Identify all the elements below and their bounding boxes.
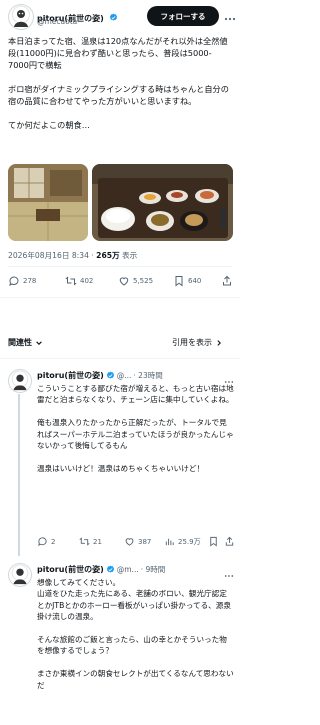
share-action[interactable] bbox=[221, 275, 233, 287]
reply-time[interactable]: · 23時間 bbox=[133, 370, 162, 381]
post-text: 本日泊まってた宿、温泉は120点なんだがそれ以外は全然値段(11000円)に見合… bbox=[8, 36, 229, 130]
views-label: 表示 bbox=[122, 251, 138, 260]
reply-avatar[interactable] bbox=[8, 563, 32, 587]
reply-header: pitoru(前世の姿) @m... · 9時間 bbox=[37, 564, 165, 575]
reply-count: 2 bbox=[51, 537, 56, 546]
author-avatar[interactable] bbox=[8, 4, 34, 30]
views-chart-icon bbox=[165, 538, 174, 546]
reply-author-name[interactable]: pitoru(前世の姿) bbox=[37, 370, 104, 381]
like-count: 5,525 bbox=[133, 277, 154, 285]
repost-action[interactable]: 402 bbox=[65, 275, 93, 287]
bookmark-icon bbox=[175, 276, 183, 287]
heart-icon bbox=[125, 538, 134, 546]
thread-connector-line bbox=[18, 394, 20, 556]
reply-icon bbox=[38, 537, 47, 547]
post-timestamp[interactable]: 2026年08月16日 8:34 bbox=[8, 251, 89, 260]
repost-count: 21 bbox=[93, 537, 102, 546]
reply-action[interactable]: 2 bbox=[37, 536, 55, 547]
bookmark-count: 640 bbox=[188, 277, 202, 285]
avatar-figure-icon bbox=[14, 10, 28, 27]
author-handle[interactable]: @mecaota bbox=[37, 17, 77, 26]
chevron-right-icon bbox=[217, 339, 221, 346]
breakfast-tray-image bbox=[92, 164, 233, 241]
more-options-icon[interactable] bbox=[224, 10, 236, 29]
repost-icon bbox=[65, 276, 77, 286]
reply-icon bbox=[9, 276, 19, 286]
share-action[interactable] bbox=[224, 536, 235, 547]
reply-header: pitoru(前世の姿) @... · 23時間 bbox=[37, 370, 163, 381]
bookmark-icon bbox=[210, 536, 217, 547]
meta-separator: · bbox=[91, 251, 94, 260]
verified-badge-icon bbox=[106, 371, 114, 379]
views-count: 25.9万 bbox=[178, 537, 201, 546]
reply-action[interactable]: 278 bbox=[8, 275, 36, 287]
avatar-figure-icon bbox=[13, 568, 27, 585]
reply-time[interactable]: · 9時間 bbox=[141, 564, 166, 575]
reply-count: 278 bbox=[23, 277, 37, 285]
bookmark-action[interactable] bbox=[208, 536, 219, 547]
post-meta: 2026年08月16日 8:34 · 265万 表示 bbox=[8, 250, 137, 261]
share-icon bbox=[225, 536, 234, 546]
view-quotes-link[interactable]: 引用を表示 bbox=[172, 337, 223, 348]
like-action[interactable]: 387 bbox=[124, 536, 151, 547]
repost-icon bbox=[79, 537, 90, 546]
reply-text: こういうことする鄙びた宿が増えると、もっと古い宿は地雷だと泊まらなくなり、チェー… bbox=[37, 384, 234, 473]
post-photo-breakfast[interactable] bbox=[92, 164, 233, 241]
verified-badge-icon bbox=[109, 13, 117, 21]
bookmark-action[interactable]: 640 bbox=[173, 275, 201, 287]
repost-count: 402 bbox=[80, 277, 94, 285]
sort-label: 関連性 bbox=[8, 338, 32, 347]
quote-label: 引用を表示 bbox=[172, 338, 212, 347]
repost-action[interactable]: 21 bbox=[79, 536, 102, 547]
heart-icon bbox=[119, 277, 129, 286]
avatar-figure-icon bbox=[13, 374, 27, 391]
like-action[interactable]: 5,525 bbox=[118, 275, 153, 287]
verified-badge-icon bbox=[106, 565, 114, 573]
follow-button[interactable]: フォローする bbox=[147, 6, 219, 26]
divider bbox=[8, 266, 232, 267]
reply-author-handle[interactable]: @m... bbox=[117, 565, 139, 574]
reply-author-name[interactable]: pitoru(前世の姿) bbox=[37, 564, 104, 575]
divider bbox=[0, 358, 240, 359]
chevron-down-icon bbox=[36, 340, 42, 345]
divider bbox=[0, 297, 240, 298]
reply-avatar[interactable] bbox=[8, 369, 32, 393]
reply-text: 想像してみてください。 山道をひた走った先にある、老舗のボロい、観光庁認定とかJ… bbox=[37, 578, 234, 690]
share-icon bbox=[223, 275, 231, 286]
tatami-room-image bbox=[8, 164, 88, 241]
views-count: 265万 bbox=[96, 251, 120, 260]
post-photo-room[interactable] bbox=[8, 164, 88, 241]
sort-dropdown[interactable]: 関連性 bbox=[8, 337, 43, 348]
views-action[interactable]: 25.9万 bbox=[164, 536, 201, 547]
like-count: 387 bbox=[138, 537, 152, 546]
reply-author-handle[interactable]: @... bbox=[117, 371, 132, 380]
